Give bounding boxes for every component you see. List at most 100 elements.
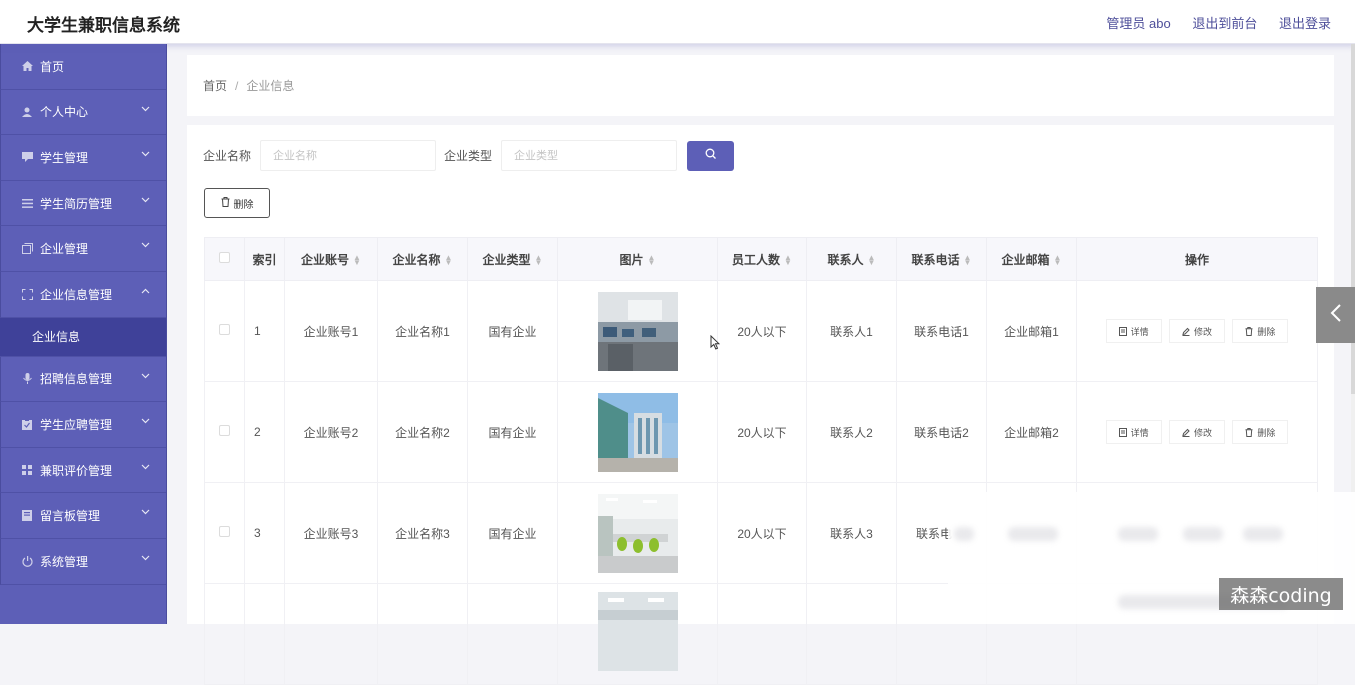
batch-delete-button[interactable]: 删除 — [204, 188, 270, 218]
detail-button[interactable]: 详情 — [1105, 420, 1162, 444]
sidebar-item-message-board[interactable]: 留言板管理 — [0, 493, 166, 539]
book-icon — [20, 509, 34, 523]
copy-icon — [20, 242, 34, 256]
breadcrumb-separator: / — [235, 79, 239, 93]
company-name-label: 企业名称 — [203, 149, 252, 163]
header-type[interactable]: 企业类型 ▲ ▼ — [467, 237, 558, 281]
sidebar-item-label: 系统管理 — [40, 554, 89, 569]
chevron-down-icon — [141, 462, 150, 473]
cell-staff: 20人以下 — [717, 280, 807, 382]
chevron-down-icon — [141, 240, 150, 251]
sidebar-item-label: 企业管理 — [40, 242, 89, 257]
table-header-row: 索引 企业账号 ▲ ▼ 企业名称 ▲ ▼ 企业类型 ▲ ▼ 图片 ▲ ▼ 员工人数 ▲ ▼ 联系人 ▲… — [204, 237, 1318, 281]
fullscreen-icon — [20, 287, 34, 301]
cell-phone: 联系电话2 — [896, 381, 987, 483]
cell-type: 国有企业 — [467, 381, 558, 483]
cell-image — [557, 381, 718, 483]
breadcrumb-current: 企业信息 — [246, 79, 295, 93]
mic-icon — [20, 372, 34, 386]
sidebar-item-recruit-mgmt[interactable]: 招聘信息管理 — [0, 356, 166, 403]
header-image[interactable]: 图片 ▲ ▼ — [557, 237, 718, 281]
company-type-input[interactable] — [501, 140, 678, 171]
header-links: 管理员 abo 退出到前台 退出登录 — [1088, 13, 1331, 32]
mouse-cursor-icon — [710, 334, 721, 355]
meeting-room-photo[interactable] — [597, 493, 678, 573]
header-email[interactable]: 企业邮箱 ▲ ▼ — [986, 237, 1077, 281]
row-checkbox[interactable] — [219, 324, 230, 335]
sidebar-item-label: 企业信息管理 — [40, 287, 113, 302]
chevron-down-icon — [141, 149, 150, 160]
sidebar-item-resume-mgmt[interactable]: 学生简历管理 — [0, 180, 166, 227]
header-staff[interactable]: 员工人数 ▲ ▼ — [717, 237, 807, 281]
cell-index: 1 — [244, 280, 285, 382]
sidebar-item-company-mgmt[interactable]: 企业管理 — [0, 226, 166, 272]
row-delete-button[interactable]: 删除 — [1232, 420, 1289, 444]
row-checkbox[interactable] — [219, 425, 230, 436]
cell-staff: 20人以下 — [717, 482, 807, 584]
cell-account: 企业账号2 — [284, 381, 378, 483]
chevron-down-icon — [141, 104, 150, 115]
sidebar-subitem-company-info[interactable]: 企业信息 — [0, 317, 166, 357]
top-header: 大学生兼职信息系统 管理员 abo 退出到前台 退出登录 — [0, 0, 1355, 44]
grid-icon — [20, 463, 34, 477]
select-all-checkbox[interactable] — [219, 252, 230, 263]
office-ceiling-photo[interactable] — [597, 592, 678, 671]
sort-icon: ▲ ▼ — [867, 253, 876, 268]
cell-contact: 联系人3 — [806, 482, 897, 584]
cell-name: 企业名称3 — [377, 482, 468, 584]
side-collapse-tab[interactable] — [1316, 287, 1355, 343]
row-delete-button[interactable]: 删除 — [1232, 319, 1289, 343]
logout-link[interactable]: 退出登录 — [1279, 16, 1331, 31]
edit-button[interactable]: 修改 — [1168, 420, 1225, 444]
company-type-label: 企业类型 — [444, 149, 493, 163]
edit-button[interactable]: 修改 — [1168, 319, 1225, 343]
row-checkbox[interactable] — [219, 526, 230, 537]
company-name-input[interactable] — [260, 140, 437, 171]
header-account[interactable]: 企业账号 ▲ ▼ — [284, 237, 378, 281]
sidebar-item-label: 首页 — [40, 59, 65, 74]
cell-index: 2 — [244, 381, 285, 483]
sort-icon: ▲ ▼ — [784, 253, 792, 268]
office-building-photo[interactable] — [597, 392, 678, 472]
breadcrumb: 首页 / 企业信息 — [203, 77, 294, 94]
select-all-header — [204, 237, 245, 281]
document-icon — [1118, 326, 1127, 336]
admin-user-label[interactable]: 管理员 abo — [1106, 16, 1170, 31]
search-form: 企业名称 企业类型 — [203, 140, 735, 171]
clipboard-icon — [20, 417, 34, 431]
sidebar-item-review-mgmt[interactable]: 兼职评价管理 — [0, 447, 166, 494]
sidebar-item-home[interactable]: 首页 — [0, 44, 166, 90]
header-index: 索引 — [244, 237, 285, 281]
detail-button[interactable]: 详情 — [1105, 319, 1162, 343]
sidebar: 首页 个人中心 学生管理 学生简历管理 企业管理 企业信息管理 企业信息 招聘信… — [0, 44, 167, 624]
cell-type: 国有企业 — [467, 280, 558, 382]
header-name[interactable]: 企业名称 ▲ ▼ — [377, 237, 468, 281]
cell-phone: 联系电话1 — [896, 280, 987, 382]
office-interior-photo[interactable] — [597, 291, 678, 371]
sort-icon: ▲ ▼ — [1053, 253, 1062, 268]
list-icon — [20, 196, 34, 210]
sidebar-item-system-mgmt[interactable]: 系统管理 — [0, 538, 166, 585]
back-to-front-link[interactable]: 退出到前台 — [1192, 16, 1257, 31]
trash-icon — [1245, 326, 1253, 336]
header-phone[interactable]: 联系电话 ▲ ▼ — [896, 237, 987, 281]
cell-name: 企业名称1 — [377, 280, 468, 382]
cell-contact: 联系人1 — [806, 280, 897, 382]
header-contact[interactable]: 联系人 ▲ ▼ — [806, 237, 897, 281]
sidebar-item-application-mgmt[interactable]: 学生应聘管理 — [0, 402, 166, 448]
cell-actions: 详情 修改 删除 — [1076, 381, 1318, 483]
trash-icon — [1245, 427, 1253, 437]
chat-icon — [20, 150, 34, 164]
sort-icon: ▲ ▼ — [963, 253, 972, 268]
breadcrumb-home[interactable]: 首页 — [203, 79, 227, 93]
sidebar-item-company-info-mgmt[interactable]: 企业信息管理 — [0, 271, 166, 318]
sidebar-item-student-mgmt[interactable]: 学生管理 — [0, 135, 166, 181]
chevron-down-icon — [141, 371, 150, 382]
cell-image — [557, 482, 718, 584]
cell-actions: 详情 修改 删除 — [1076, 280, 1318, 382]
cell-account: 企业账号1 — [284, 280, 378, 382]
search-button[interactable] — [687, 140, 735, 171]
breadcrumb-card: 首页 / 企业信息 — [187, 55, 1334, 116]
sidebar-item-personal-center[interactable]: 个人中心 — [0, 89, 166, 136]
chevron-left-icon — [1330, 303, 1342, 328]
